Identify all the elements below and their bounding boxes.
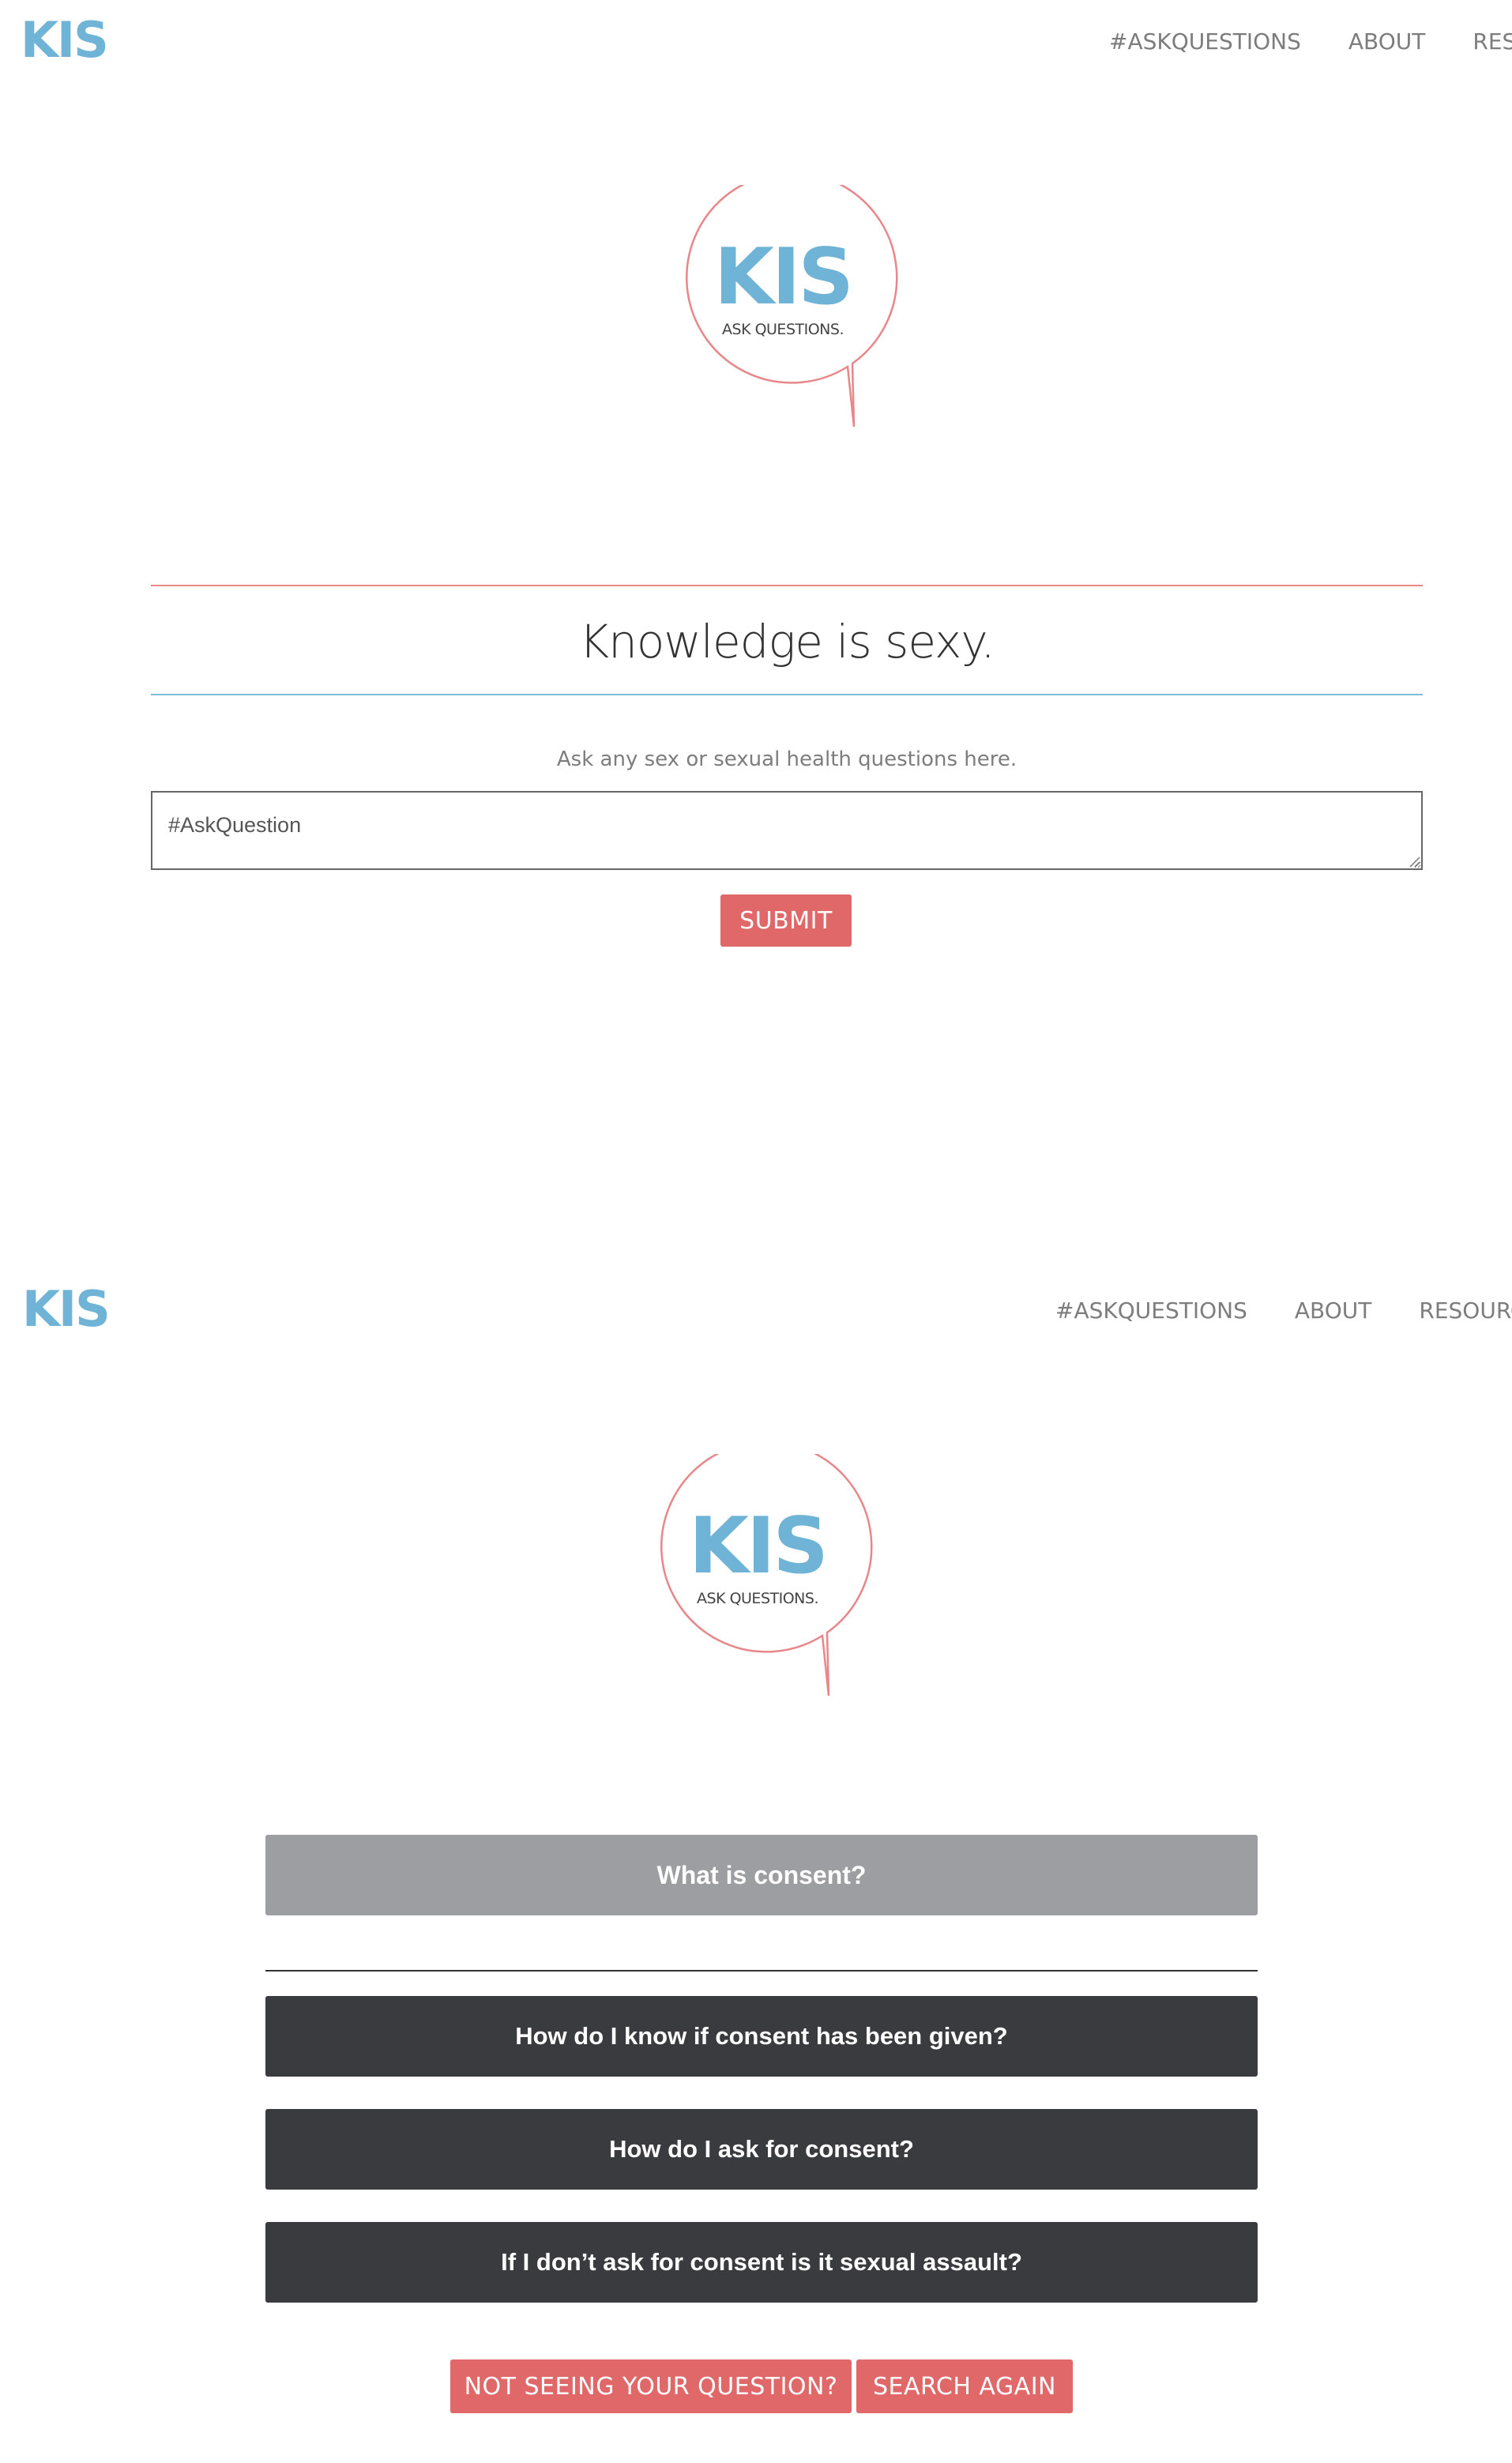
nav-logo[interactable]: KIS [21,16,109,65]
related-question-item[interactable]: If I don’t ask for consent is it sexual … [265,2222,1258,2303]
related-question-item[interactable]: How do I ask for consent? [265,2109,1258,2190]
nav-item-askquestions[interactable]: #ASKQUESTIONS [1109,28,1301,55]
headline-top-rule [151,585,1423,586]
question-results-screen: KIS #ASKQUESTIONS ABOUT RESOURCES KIS AS… [0,1264,1512,2463]
resize-grip-icon[interactable] [1408,855,1420,868]
nav-item-resources[interactable]: RESOUR [1473,28,1512,55]
search-again-button[interactable]: SEARCH AGAIN [856,2359,1073,2413]
top-nav: #ASKQUESTIONS ABOUT RESOUR [1109,28,1512,55]
submit-button[interactable]: SUBMIT [720,894,852,947]
nav-item-about[interactable]: ABOUT [1348,28,1426,55]
selected-question-button[interactable]: What is consent? [265,1835,1258,1915]
kis-badge-logo: KIS ASK QUESTIONS. [676,185,913,438]
badge-tagline: ASK QUESTIONS. [722,321,844,338]
badge-logo-text: KIS [714,232,854,322]
not-seeing-question-button[interactable]: NOT SEEING YOUR QUESTION? [450,2359,852,2413]
related-question-item[interactable]: How do I know if consent has been given? [265,1996,1258,2077]
headline-bottom-rule [151,694,1423,695]
results-divider [265,1970,1258,1972]
badge-logo-text: KIS [689,1501,829,1591]
ask-question-screen: KIS #ASKQUESTIONS ABOUT RESOUR KIS ASK Q… [0,0,1512,1264]
ask-instructions: Ask any sex or sexual health questions h… [556,748,1017,771]
page-headline: Knowledge is sexy. [579,615,995,668]
nav-item-askquestions[interactable]: #ASKQUESTIONS [1055,1297,1247,1324]
nav-item-about[interactable]: ABOUT [1295,1297,1372,1324]
nav-logo[interactable]: KIS [22,1285,111,1334]
question-input[interactable] [151,791,1423,870]
badge-tagline: ASK QUESTIONS. [697,1590,818,1607]
top-nav: #ASKQUESTIONS ABOUT RESOURCES [1055,1297,1512,1324]
kis-badge-logo: KIS ASK QUESTIONS. [651,1454,888,1707]
nav-item-resources[interactable]: RESOURCES [1419,1297,1512,1324]
